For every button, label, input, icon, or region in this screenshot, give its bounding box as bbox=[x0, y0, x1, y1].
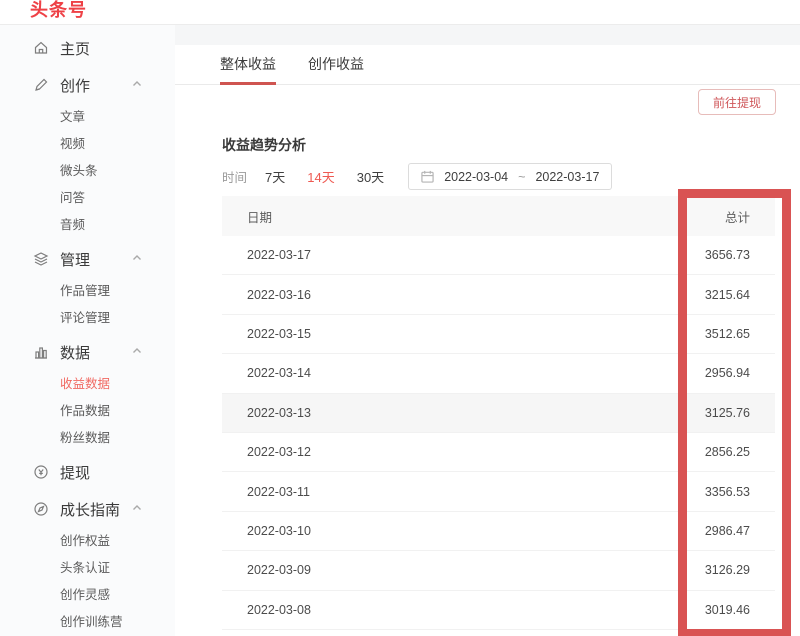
table-header-row: 日期 总计 bbox=[222, 196, 775, 236]
cell-date: 2022-03-14 bbox=[222, 366, 635, 380]
date-start: 2022-03-04 bbox=[444, 170, 508, 184]
cell-date: 2022-03-13 bbox=[222, 406, 635, 420]
calendar-icon bbox=[421, 170, 434, 183]
table-body: 2022-03-173656.732022-03-163215.642022-0… bbox=[222, 236, 775, 630]
section-title-revenue-trend: 收益趋势分析 bbox=[222, 135, 306, 155]
cell-total: 3356.53 bbox=[635, 485, 775, 499]
sidebar-item-label: 数据 bbox=[60, 342, 90, 363]
table-row: 2022-03-163215.64 bbox=[222, 275, 775, 314]
cell-date: 2022-03-12 bbox=[222, 445, 635, 459]
top-header: 头条号 bbox=[0, 0, 800, 25]
coin-icon bbox=[33, 464, 49, 480]
cell-date: 2022-03-08 bbox=[222, 603, 635, 617]
cell-total: 3126.29 bbox=[635, 563, 775, 577]
sidebar-subitem-收益数据[interactable]: 收益数据 bbox=[0, 369, 175, 396]
table-row: 2022-03-083019.46 bbox=[222, 591, 775, 630]
cell-total: 3215.64 bbox=[635, 288, 775, 302]
date-range-picker[interactable]: 2022-03-04 ~ 2022-03-17 bbox=[408, 163, 612, 190]
time-range-options: 7天 14天 30天 bbox=[265, 167, 406, 186]
time-filter-label: 时间 bbox=[222, 167, 247, 186]
cell-date: 2022-03-11 bbox=[222, 485, 635, 499]
cell-total: 3125.76 bbox=[635, 406, 775, 420]
table-row: 2022-03-153512.65 bbox=[222, 315, 775, 354]
range-option-30天[interactable]: 30天 bbox=[357, 167, 384, 186]
table-row: 2022-03-122856.25 bbox=[222, 433, 775, 472]
sidebar-item-label: 成长指南 bbox=[60, 499, 120, 520]
sidebar-item-label: 提现 bbox=[60, 462, 90, 483]
chevron-up-icon[interactable] bbox=[132, 503, 142, 513]
table-row: 2022-03-133125.76 bbox=[222, 394, 775, 433]
column-header-total: 总计 bbox=[635, 207, 775, 226]
sidebar-subitem-作品管理[interactable]: 作品管理 bbox=[0, 276, 175, 303]
range-option-14天[interactable]: 14天 bbox=[307, 167, 334, 186]
range-option-7天[interactable]: 7天 bbox=[265, 167, 285, 186]
layers-icon bbox=[33, 251, 49, 267]
date-end: 2022-03-17 bbox=[535, 170, 599, 184]
main-content: 整体收益创作收益 前往提现 收益趋势分析 时间 7天 14天 30天 2022-03… bbox=[175, 45, 800, 636]
sidebar-subitem-音频[interactable]: 音频 bbox=[0, 210, 175, 237]
sidebar-subitem-微头条[interactable]: 微头条 bbox=[0, 156, 175, 183]
table-row: 2022-03-093126.29 bbox=[222, 551, 775, 590]
sidebar-subitem-作品数据[interactable]: 作品数据 bbox=[0, 396, 175, 423]
toutiao-logo[interactable]: 头条号 bbox=[30, 0, 87, 22]
sidebar-subitem-粉丝数据[interactable]: 粉丝数据 bbox=[0, 423, 175, 450]
sidebar-subitem-问答[interactable]: 问答 bbox=[0, 183, 175, 210]
table-row: 2022-03-102986.47 bbox=[222, 512, 775, 551]
cell-total: 2856.25 bbox=[635, 445, 775, 459]
tab-创作收益[interactable]: 创作收益 bbox=[308, 45, 364, 85]
cell-date: 2022-03-10 bbox=[222, 524, 635, 538]
cell-total: 2986.47 bbox=[635, 524, 775, 538]
cell-date: 2022-03-15 bbox=[222, 327, 635, 341]
sidebar-subitem-创作灵感[interactable]: 创作灵感 bbox=[0, 580, 175, 607]
revenue-table: 日期 总计 2022-03-173656.732022-03-163215.64… bbox=[222, 196, 775, 630]
table-row: 2022-03-173656.73 bbox=[222, 236, 775, 275]
sidebar-item-管理[interactable]: 管理 bbox=[0, 244, 175, 274]
go-withdraw-button[interactable]: 前往提现 bbox=[698, 89, 776, 115]
sidebar-nav: 主页创作文章视频微头条问答音频管理作品管理评论管理数据收益数据作品数据粉丝数据提… bbox=[0, 25, 175, 636]
cell-date: 2022-03-17 bbox=[222, 248, 635, 262]
chevron-up-icon[interactable] bbox=[132, 79, 142, 89]
chevron-up-icon[interactable] bbox=[132, 253, 142, 263]
pencil-icon bbox=[33, 77, 49, 93]
cell-total: 3512.65 bbox=[635, 327, 775, 341]
tab-整体收益[interactable]: 整体收益 bbox=[220, 45, 276, 85]
sidebar-item-创作[interactable]: 创作 bbox=[0, 70, 175, 100]
sidebar-item-提现[interactable]: 提现 bbox=[0, 457, 175, 487]
sidebar-item-label: 创作 bbox=[60, 75, 90, 96]
sidebar-item-label: 管理 bbox=[60, 249, 90, 270]
sidebar-subitem-创作训练营[interactable]: 创作训练营 bbox=[0, 607, 175, 634]
cell-total: 3656.73 bbox=[635, 248, 775, 262]
table-row: 2022-03-113356.53 bbox=[222, 472, 775, 511]
sidebar-item-主页[interactable]: 主页 bbox=[0, 33, 175, 63]
date-separator: ~ bbox=[518, 170, 525, 184]
cell-date: 2022-03-16 bbox=[222, 288, 635, 302]
table-row: 2022-03-142956.94 bbox=[222, 354, 775, 393]
cell-total: 2956.94 bbox=[635, 366, 775, 380]
sidebar-item-成长指南[interactable]: 成长指南 bbox=[0, 494, 175, 524]
sidebar-item-数据[interactable]: 数据 bbox=[0, 337, 175, 367]
sidebar-subitem-头条认证[interactable]: 头条认证 bbox=[0, 553, 175, 580]
cell-date: 2022-03-09 bbox=[222, 563, 635, 577]
column-header-date: 日期 bbox=[222, 207, 635, 226]
home-icon bbox=[33, 40, 49, 56]
revenue-tabbar: 整体收益创作收益 bbox=[175, 45, 800, 85]
sidebar-subitem-视频[interactable]: 视频 bbox=[0, 129, 175, 156]
time-filter-row: 时间 7天 14天 30天 2022-03-04 ~ 2022-03-17 bbox=[222, 163, 612, 190]
chevron-up-icon[interactable] bbox=[132, 346, 142, 356]
sidebar-item-label: 主页 bbox=[60, 38, 90, 59]
sidebar-subitem-评论管理[interactable]: 评论管理 bbox=[0, 303, 175, 330]
sidebar-subitem-创作权益[interactable]: 创作权益 bbox=[0, 526, 175, 553]
cell-total: 3019.46 bbox=[635, 603, 775, 617]
compass-icon bbox=[33, 501, 49, 517]
sidebar-subitem-文章[interactable]: 文章 bbox=[0, 102, 175, 129]
bar-chart-icon bbox=[33, 344, 49, 360]
